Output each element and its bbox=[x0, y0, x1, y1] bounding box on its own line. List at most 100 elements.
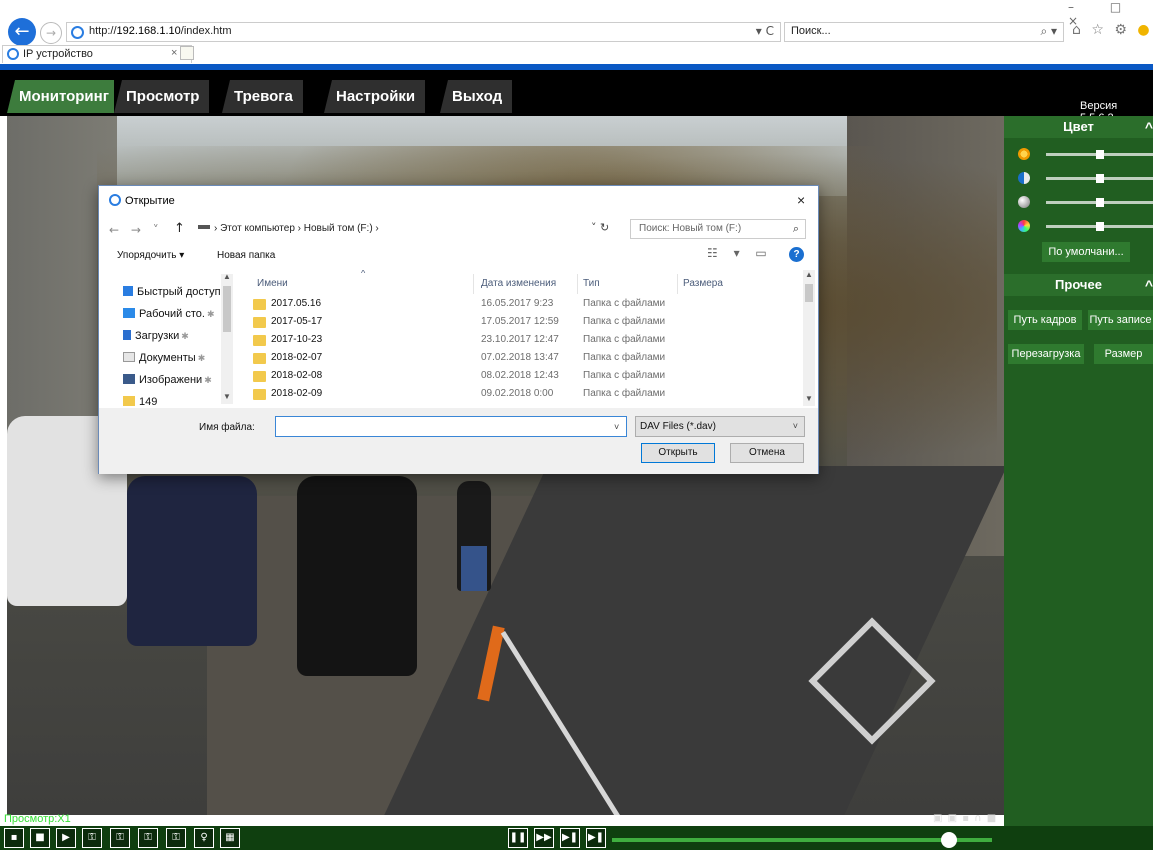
nav-item-downloads[interactable]: Загрузки ✱ bbox=[123, 330, 189, 342]
new-tab-button[interactable] bbox=[180, 46, 194, 60]
hue-slider[interactable] bbox=[1018, 220, 1153, 234]
chevron-down-icon[interactable]: ˅ bbox=[614, 422, 619, 432]
open-button[interactable]: Открыть bbox=[641, 443, 715, 463]
column-separator[interactable] bbox=[677, 274, 678, 294]
nav-item-desktop[interactable]: Рабочий сто. ✱ bbox=[123, 308, 214, 320]
tab-close-icon[interactable]: × bbox=[171, 47, 177, 59]
up-arrow-icon[interactable]: ↑ bbox=[174, 221, 185, 236]
color-section-header[interactable]: Цвет ^ bbox=[1004, 116, 1153, 138]
contrast-slider[interactable] bbox=[1018, 172, 1153, 186]
address-bar[interactable]: http://192.168.1.10/index.htm ▾ C bbox=[66, 22, 781, 42]
play-button[interactable]: ▶ bbox=[56, 828, 76, 848]
folder-icon bbox=[253, 389, 266, 400]
filename-input[interactable] bbox=[275, 416, 627, 437]
slider-knob[interactable] bbox=[1096, 174, 1104, 183]
toolbar-icons[interactable]: ⌂ ☆ ⚙ ● bbox=[1072, 22, 1153, 38]
chevron-down-icon: ˅ bbox=[792, 421, 798, 431]
pin-icon: ✱ bbox=[206, 309, 215, 319]
fast-forward-button[interactable]: ▶▶ bbox=[534, 828, 554, 848]
file-row[interactable]: 2018-02-07 07.02.2018 13:47 Папка с файлам… bbox=[249, 350, 801, 368]
dialog-search-input[interactable]: Поиск: Новый том (F:) ⌕ bbox=[630, 219, 806, 239]
tab-alarm[interactable]: Тревога bbox=[222, 80, 303, 113]
nav-item-pictures[interactable]: Изображени ✱ bbox=[123, 374, 212, 386]
nav-scrollbar[interactable]: ▲ ▼ bbox=[221, 272, 233, 404]
talk-button[interactable]: ♀ bbox=[194, 828, 214, 848]
layout-button[interactable]: ▦ bbox=[220, 828, 240, 848]
file-row[interactable]: 2018-02-08 08.02.2018 12:43 Папка с файлам… bbox=[249, 368, 801, 386]
path-controls[interactable]: ˅ ↻ bbox=[591, 221, 609, 234]
collapse-icon[interactable]: ^ bbox=[1145, 116, 1153, 138]
open-file-dialog: Открытие × ← → ˅ ↑ › Этот компьютер › Но… bbox=[98, 185, 819, 474]
browser-tab[interactable]: IP устройство × bbox=[2, 45, 192, 63]
default-button[interactable]: По умолчани... bbox=[1042, 242, 1130, 262]
split-4-button[interactable]: ■ bbox=[30, 828, 50, 848]
column-header-date[interactable]: Дата изменения bbox=[481, 278, 556, 289]
slider-knob[interactable] bbox=[1096, 222, 1104, 231]
view-options-icons[interactable]: ☷ ▾ ▭ bbox=[707, 246, 773, 260]
refresh-icon[interactable]: ▾ C bbox=[756, 24, 774, 38]
view-mode-label: Просмотр:X1 bbox=[4, 813, 71, 825]
search-icon[interactable]: ⌕ ▾ bbox=[1040, 24, 1057, 39]
folder-icon bbox=[253, 335, 266, 346]
snapshot-button[interactable]: ⚿ bbox=[82, 828, 102, 848]
brightness-slider[interactable] bbox=[1018, 148, 1153, 162]
collapse-icon[interactable]: ^ bbox=[1145, 274, 1153, 296]
record-button[interactable]: ⚿ bbox=[110, 828, 130, 848]
new-folder-button[interactable]: Новая папка bbox=[217, 250, 275, 261]
tab-settings[interactable]: Настройки bbox=[324, 80, 426, 113]
dialog-title: Открытие bbox=[109, 194, 175, 207]
video-status-icons[interactable]: ▣ ▣ ▪ ∩ ■ bbox=[933, 813, 997, 824]
dialog-nav-arrows[interactable]: ← → ˅ bbox=[109, 223, 163, 237]
filetype-select[interactable]: DAV Files (*.dav) ˅ bbox=[635, 416, 805, 437]
file-row[interactable]: 2018-02-09 09.02.2018 0:00 Папка с файлами bbox=[249, 386, 801, 404]
column-header-size[interactable]: Размера bbox=[683, 278, 723, 289]
pin-icon: ✱ bbox=[181, 331, 189, 341]
filename-label: Имя файла: bbox=[199, 422, 255, 433]
step-button[interactable]: ▶❚ bbox=[560, 828, 580, 848]
sort-arrow-icon: ^ bbox=[361, 270, 366, 278]
other-section-header[interactable]: Прочее ^ bbox=[1004, 274, 1153, 296]
cancel-button[interactable]: Отмена bbox=[730, 443, 804, 463]
file-list: Имени ^ Дата изменения Тип Размера 2017.… bbox=[249, 270, 801, 406]
reboot-button[interactable]: Перезагрузка bbox=[1008, 344, 1084, 364]
ptz-button[interactable]: ⚿ bbox=[166, 828, 186, 848]
tab-playback[interactable]: Просмотр bbox=[114, 80, 210, 113]
seek-knob[interactable] bbox=[941, 832, 957, 848]
back-button[interactable]: ← bbox=[8, 18, 36, 46]
browser-search-input[interactable]: Поиск... ⌕ ▾ bbox=[784, 22, 1064, 42]
column-header-type[interactable]: Тип bbox=[583, 278, 600, 289]
split-1-button[interactable]: ▪ bbox=[4, 828, 24, 848]
column-separator[interactable] bbox=[473, 274, 474, 294]
browser-chrome: – □ × ← → http://192.168.1.10/index.htm … bbox=[0, 0, 1153, 64]
nav-item-149[interactable]: 149 bbox=[123, 396, 157, 408]
zoom-button[interactable]: ⚿ bbox=[138, 828, 158, 848]
size-button[interactable]: Размер bbox=[1094, 344, 1153, 364]
file-list-scrollbar[interactable]: ▲ ▼ bbox=[803, 270, 815, 406]
organize-button[interactable]: Упорядочить ▾ bbox=[117, 250, 184, 261]
document-icon bbox=[123, 352, 135, 362]
column-separator[interactable] bbox=[577, 274, 578, 294]
file-row[interactable]: 2017-10-23 23.10.2017 12:47 Папка с файлам… bbox=[249, 332, 801, 350]
column-header-name[interactable]: Имени bbox=[257, 278, 288, 289]
video-car bbox=[127, 476, 257, 646]
slider-knob[interactable] bbox=[1096, 150, 1104, 159]
tab-exit[interactable]: Выход bbox=[440, 80, 513, 113]
nav-item-quick-access[interactable]: Быстрый доступ bbox=[123, 286, 221, 298]
nav-item-documents[interactable]: Документы ✱ bbox=[123, 352, 205, 364]
next-frame-button[interactable]: ▶❚ bbox=[586, 828, 606, 848]
search-icon[interactable]: ⌕ bbox=[793, 222, 799, 236]
forward-button[interactable]: → bbox=[40, 22, 62, 44]
file-row[interactable]: 2017-05-17 17.05.2017 12:59 Папка с файлам… bbox=[249, 314, 801, 332]
file-row[interactable]: 2017.05.16 16.05.2017 9:23 Папка с файлами bbox=[249, 296, 801, 314]
slider-knob[interactable] bbox=[1096, 198, 1104, 207]
record-path-button[interactable]: Путь записе bbox=[1088, 310, 1153, 330]
help-icon[interactable]: ? bbox=[789, 247, 804, 262]
saturation-slider[interactable] bbox=[1018, 196, 1153, 210]
tab-monitoring[interactable]: Мониторинг bbox=[7, 80, 119, 113]
ie-icon bbox=[109, 194, 121, 206]
pause-button[interactable]: ❚❚ bbox=[508, 828, 528, 848]
dialog-path-bar[interactable]: › Этот компьютер › Новый том (F:) › bbox=[193, 219, 627, 239]
frame-path-button[interactable]: Путь кадров bbox=[1008, 310, 1082, 330]
dialog-close-button[interactable]: × bbox=[797, 192, 805, 208]
seek-track[interactable] bbox=[612, 838, 992, 842]
